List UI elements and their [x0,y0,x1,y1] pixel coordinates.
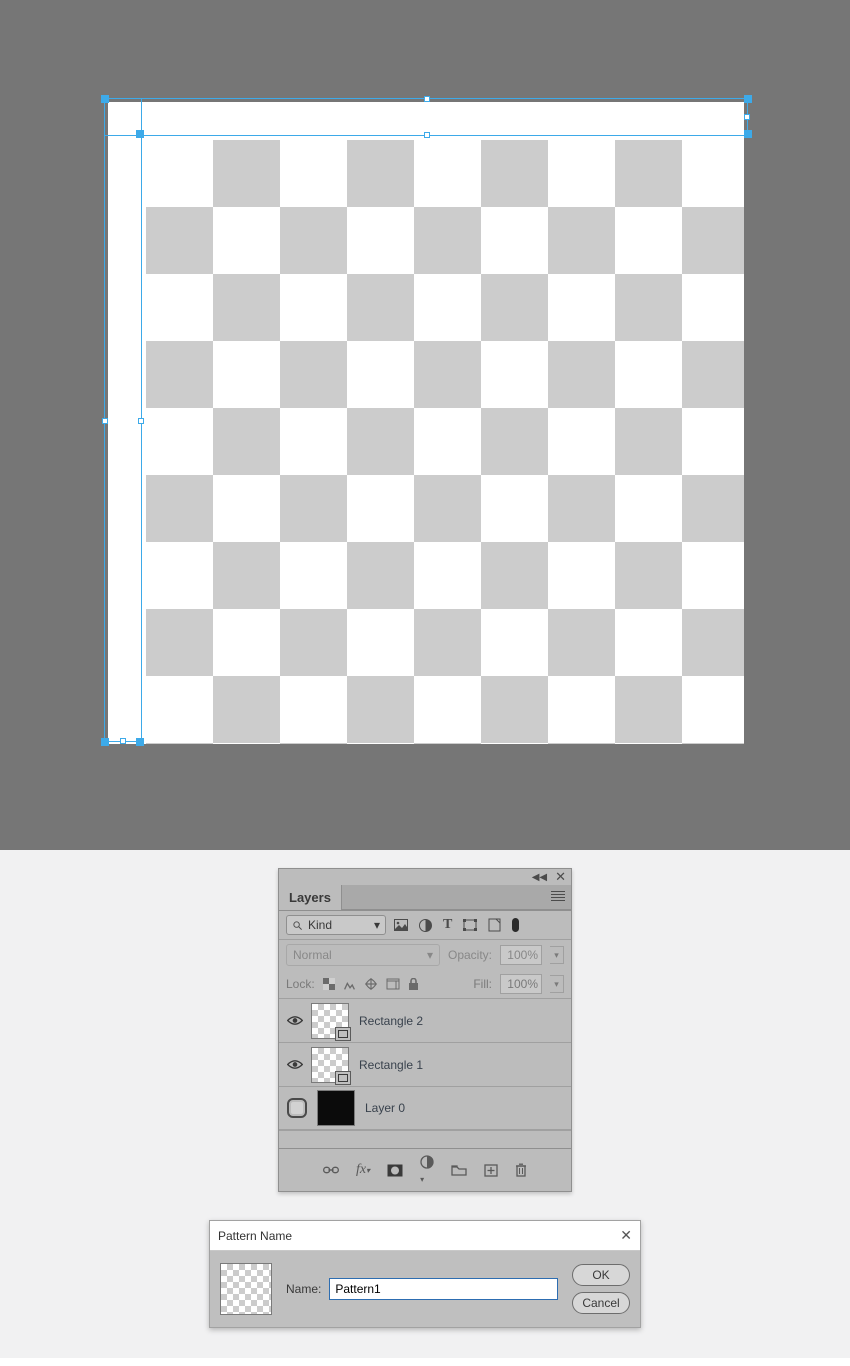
close-icon[interactable]: ✕ [620,1227,632,1244]
name-label: Name: [286,1282,321,1296]
opacity-input[interactable]: 100% [500,945,542,965]
add-mask-icon[interactable] [387,1164,403,1177]
transform-handle[interactable] [744,114,750,120]
lock-transparency-icon[interactable] [323,978,335,990]
filter-kind-dropdown[interactable]: Kind ▾ [286,915,386,935]
lock-label: Lock: [286,977,315,991]
blend-mode-dropdown[interactable]: Normal ▾ [286,944,440,966]
lock-artboard-icon[interactable] [386,978,400,990]
vector-mask-badge-icon [335,1027,351,1041]
delete-layer-icon[interactable] [515,1163,527,1177]
selection-rectangle-2[interactable] [104,98,748,136]
document-canvas[interactable] [108,102,744,744]
opacity-label: Opacity: [448,948,492,962]
canvas-workspace[interactable] [0,0,850,850]
link-layers-icon[interactable] [323,1165,339,1175]
layer-thumbnail[interactable] [311,1047,349,1083]
tab-label: Layers [289,890,331,905]
filter-pixel-icon[interactable] [394,919,408,931]
tab-spacer [342,885,571,910]
transform-handle[interactable] [424,96,430,102]
transform-handle[interactable] [101,738,109,746]
fill-input[interactable]: 100% [500,974,542,994]
lock-position-icon[interactable] [364,977,378,991]
new-group-icon[interactable] [451,1164,467,1176]
transform-handle[interactable] [136,738,144,746]
tab-layers[interactable]: Layers [279,885,342,910]
dialog-titlebar[interactable]: Pattern Name ✕ [210,1221,640,1251]
vector-mask-badge-icon [335,1071,351,1085]
transform-handle[interactable] [136,130,144,138]
layer-name[interactable]: Rectangle 1 [359,1058,423,1072]
dialog-body: Name: OK Cancel [210,1251,640,1327]
selection-rectangle-1[interactable] [104,98,142,742]
dialog-title: Pattern Name [218,1229,292,1243]
lock-all-icon[interactable] [408,978,419,991]
cancel-button[interactable]: Cancel [572,1292,630,1314]
filter-adjustment-icon[interactable] [419,919,432,932]
visibility-toggle-icon[interactable] [287,1059,301,1070]
layer-style-icon[interactable]: fx▾ [356,1162,370,1178]
layer-row[interactable]: Rectangle 1 [279,1042,571,1086]
filter-toggle-switch[interactable] [512,918,519,932]
transparency-grid [146,140,744,744]
transform-handle[interactable] [424,132,430,138]
layer-name[interactable]: Layer 0 [365,1101,405,1115]
transform-handle[interactable] [138,418,144,424]
new-layer-icon[interactable] [484,1164,498,1177]
filter-shape-icon[interactable] [463,919,477,931]
transform-handle[interactable] [120,738,126,744]
blend-mode-value: Normal [293,948,332,962]
panel-tabs: Layers [279,885,571,911]
chevron-down-icon: ▾ [374,918,380,932]
layer-row[interactable]: Layer 0 [279,1086,571,1130]
filter-kind-label: Kind [308,918,332,932]
lock-image-icon[interactable] [343,978,356,991]
pattern-name-input[interactable] [329,1278,558,1300]
transform-handle[interactable] [744,95,752,103]
fill-label: Fill: [473,977,492,991]
new-adjustment-layer-icon[interactable]: ▾ [420,1155,434,1185]
transform-handle[interactable] [101,95,109,103]
pattern-preview-swatch [220,1263,272,1315]
layer-filter-row: Kind ▾ T [279,911,571,939]
button-label: OK [592,1268,609,1282]
layer-thumbnail[interactable] [317,1090,355,1126]
layer-list: Rectangle 2 Rectangle 1 Layer 0 [279,998,571,1130]
transform-handle[interactable] [102,418,108,424]
filter-type-icon[interactable]: T [443,917,452,933]
close-icon[interactable]: ✕ [555,869,566,885]
chevron-down-icon: ▾ [427,948,433,962]
opacity-stepper[interactable]: ▾ [550,946,564,964]
layer-thumbnail[interactable] [311,1003,349,1039]
panel-menu-icon[interactable] [551,891,565,901]
visibility-toggle-icon[interactable] [287,1015,301,1026]
panels-area: ◀◀ ✕ Layers Kind ▾ [0,850,850,1358]
button-label: Cancel [582,1296,619,1310]
ok-button[interactable]: OK [572,1264,630,1286]
layers-panel-footer: fx▾ ▾ [279,1148,571,1191]
transform-handle[interactable] [744,130,752,138]
layer-list-empty [279,1130,571,1148]
layers-panel: ◀◀ ✕ Layers Kind ▾ [278,868,572,1192]
filter-type-icons: T [394,917,519,933]
pattern-name-dialog: Pattern Name ✕ Name: OK Cancel [209,1220,641,1328]
search-icon [292,920,303,931]
collapse-icon[interactable]: ◀◀ [532,872,547,883]
fill-stepper[interactable]: ▾ [550,975,564,993]
filter-smartobject-icon[interactable] [488,918,501,932]
panel-topstrip: ◀◀ ✕ [279,869,571,885]
lock-fill-row: Lock: Fill: 100% ▾ [279,970,571,998]
layer-row[interactable]: Rectangle 2 [279,998,571,1042]
layer-name[interactable]: Rectangle 2 [359,1014,423,1028]
blend-opacity-row: Normal ▾ Opacity: 100% ▾ [279,939,571,970]
visibility-toggle-icon[interactable] [287,1098,307,1118]
